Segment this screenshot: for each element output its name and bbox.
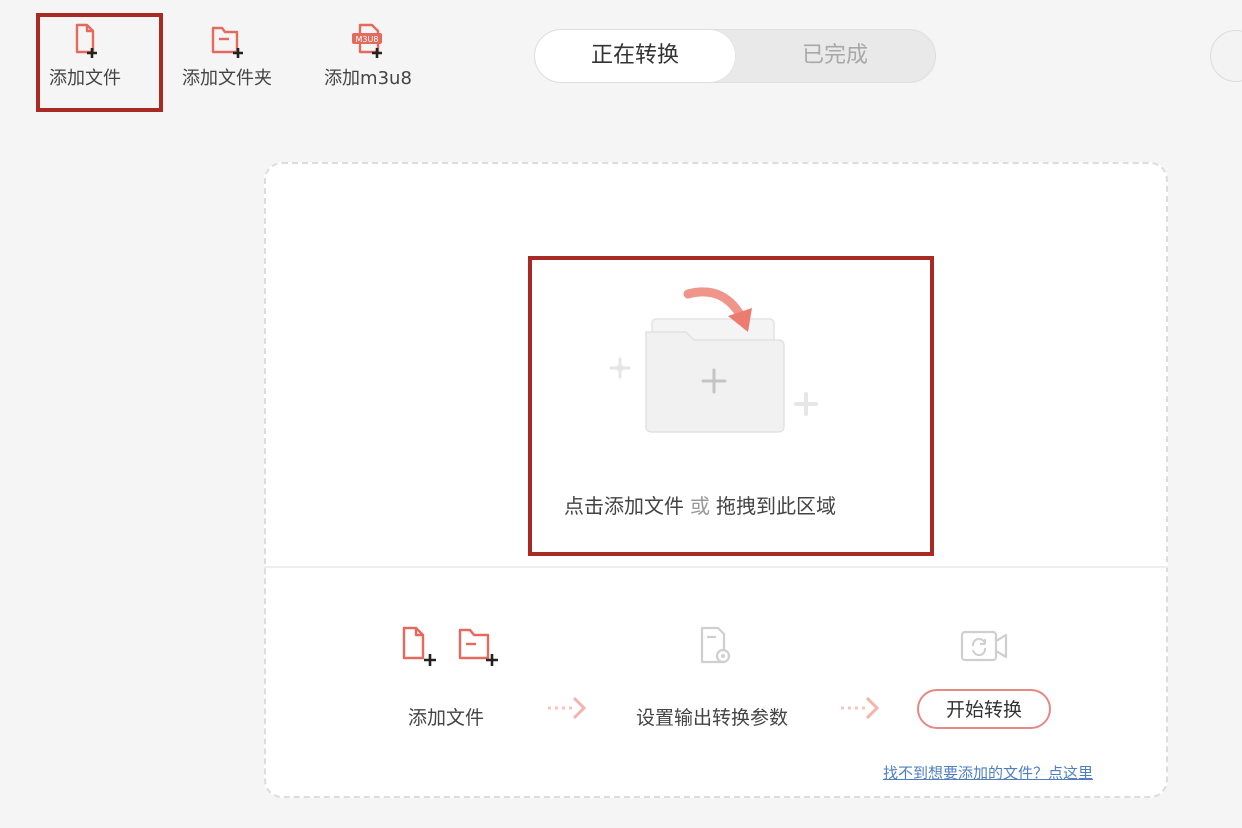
drop-zone-text: 点击添加文件或拖拽到此区域: [564, 490, 836, 519]
m3u8-add-icon: M3U8: [318, 22, 418, 60]
step-arrow-icon: [841, 696, 880, 720]
tab-converting[interactable]: 正在转换: [535, 30, 735, 82]
add-folder-label: 添加文件夹: [182, 68, 272, 89]
add-m3u8-button[interactable]: M3U8 添加m3u8: [318, 22, 418, 90]
file-add-icon: [42, 22, 128, 60]
drop-text-or: 或: [690, 494, 710, 518]
folder-add-icon: [174, 22, 280, 60]
tab-completed[interactable]: 已完成: [735, 30, 935, 82]
status-tabs: 正在转换 已完成: [534, 29, 936, 83]
svg-text:M3U8: M3U8: [356, 35, 379, 44]
drop-text-click: 点击添加文件: [564, 494, 684, 518]
step-set-params-label: 设置输出转换参数: [636, 707, 789, 729]
video-convert-icon: [960, 630, 1008, 662]
step-add-files-label: 添加文件: [408, 707, 485, 729]
drop-text-drag: 拖拽到此区域: [716, 494, 836, 518]
settings-doc-icon: [700, 626, 731, 664]
step-arrow-icon: [548, 696, 587, 720]
step-file-add-icon: [402, 626, 436, 666]
help-link[interactable]: 找不到想要添加的文件？点这里: [883, 762, 1093, 783]
panel-divider: [264, 566, 1168, 568]
add-m3u8-label: 添加m3u8: [324, 68, 412, 89]
partial-circle-button[interactable]: [1210, 30, 1242, 82]
add-file-label: 添加文件: [49, 68, 121, 89]
step-folder-add-icon: [458, 628, 498, 666]
start-convert-button[interactable]: 开始转换: [917, 689, 1051, 729]
folder-illustration-icon: [609, 287, 818, 433]
add-folder-button[interactable]: 添加文件夹: [174, 22, 280, 90]
add-file-button[interactable]: 添加文件: [42, 22, 128, 90]
